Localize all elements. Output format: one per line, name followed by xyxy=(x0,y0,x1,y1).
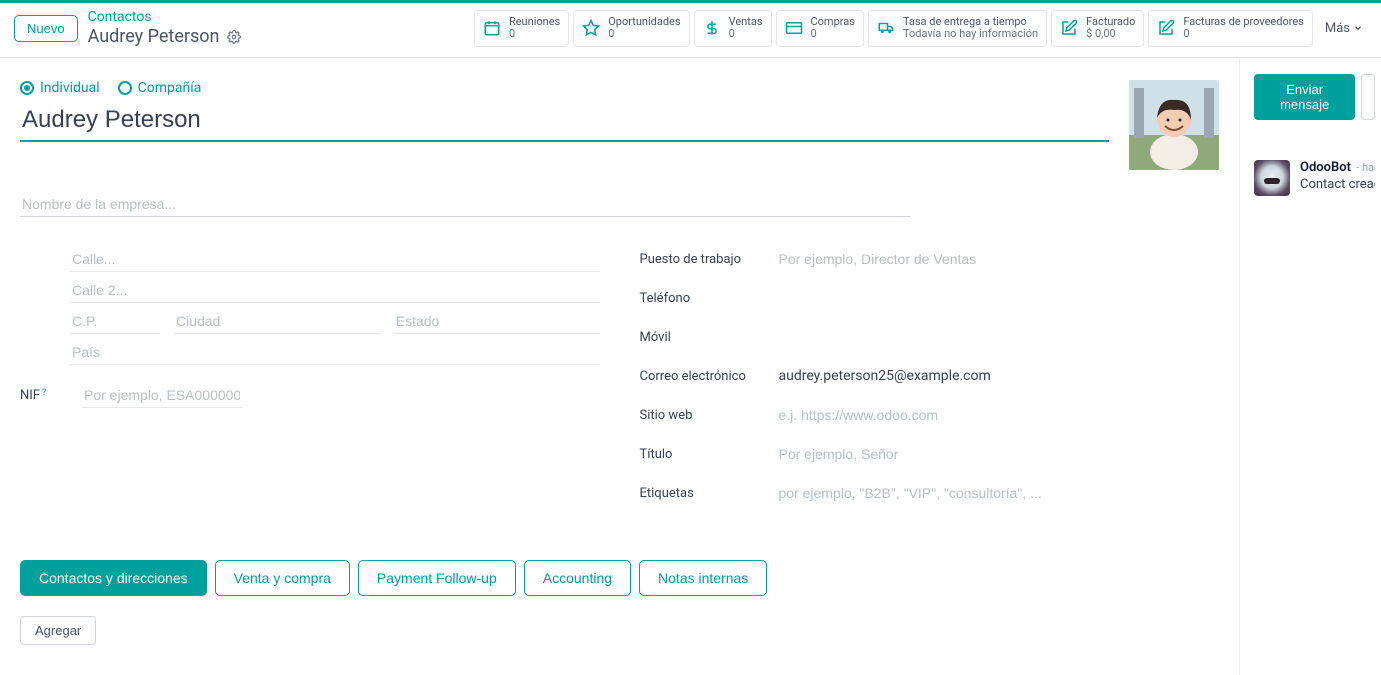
mobile-label: Móvil xyxy=(640,330,765,345)
zip-input[interactable] xyxy=(70,309,160,334)
calendar-icon xyxy=(483,19,501,37)
stat-delivery[interactable]: Tasa de entrega a tiempoTodavía no hay i… xyxy=(868,10,1047,47)
chevron-down-icon xyxy=(1353,23,1363,33)
bot-avatar xyxy=(1254,160,1290,196)
new-button[interactable]: Nuevo xyxy=(14,15,78,42)
add-button[interactable]: Agregar xyxy=(20,616,96,645)
message-time: - hace xyxy=(1356,161,1375,174)
top-bar: Nuevo Contactos Audrey Peterson Reunione… xyxy=(0,3,1381,58)
stat-meetings[interactable]: Reuniones0 xyxy=(474,10,569,47)
help-icon[interactable]: ? xyxy=(42,388,46,398)
stat-invoiced[interactable]: Facturado$ 0,00 xyxy=(1051,10,1144,47)
stat-vendor-bills[interactable]: Facturas de proveedores0 xyxy=(1148,10,1313,47)
street2-input[interactable] xyxy=(70,278,600,303)
stat-purchases[interactable]: Compras0 xyxy=(776,10,864,47)
send-message-button[interactable]: Enviar mensaje xyxy=(1254,74,1355,120)
page-title: Audrey Peterson xyxy=(88,26,220,48)
avatar-image xyxy=(1129,80,1219,170)
website-input[interactable] xyxy=(777,403,1220,428)
title-input[interactable] xyxy=(777,442,1220,467)
truck-icon xyxy=(877,19,895,37)
radio-company[interactable]: Compañía xyxy=(118,80,202,96)
tab-sales-purchase[interactable]: Venta y compra xyxy=(215,560,350,596)
edit-icon xyxy=(1060,19,1078,37)
radio-individual[interactable]: Individual xyxy=(20,80,100,96)
city-input[interactable] xyxy=(174,309,380,334)
message-author: OdooBot xyxy=(1300,160,1351,175)
tab-internal-notes[interactable]: Notas internas xyxy=(639,560,767,596)
chatter-panel: Enviar mensaje OdooBot - hace Contact cr… xyxy=(1240,58,1381,675)
job-input[interactable] xyxy=(777,247,1220,272)
state-input[interactable] xyxy=(394,309,600,334)
title-field-label: Título xyxy=(640,447,765,462)
chatter-secondary-button[interactable] xyxy=(1361,74,1375,120)
card-icon xyxy=(785,19,803,37)
more-dropdown[interactable]: Más xyxy=(1317,10,1371,47)
job-label: Puesto de trabajo xyxy=(640,252,765,267)
gear-icon[interactable] xyxy=(227,30,241,44)
tags-input[interactable] xyxy=(777,481,1220,506)
name-input[interactable] xyxy=(20,104,1109,142)
message-row: OdooBot - hace Contact creado xyxy=(1254,160,1375,196)
breadcrumb[interactable]: Contactos xyxy=(88,9,242,26)
phone-input[interactable] xyxy=(777,286,1220,311)
edit-icon xyxy=(1157,19,1175,37)
form-panel: Individual Compañía xyxy=(0,58,1240,675)
message-text: Contact creado xyxy=(1300,177,1375,192)
tab-contacts-addresses[interactable]: Contactos y direcciones xyxy=(20,560,207,596)
vat-input[interactable] xyxy=(82,383,242,408)
radio-icon xyxy=(20,81,34,95)
vat-label: NIF? xyxy=(20,388,70,403)
dollar-icon xyxy=(703,19,721,37)
email-label: Correo electrónico xyxy=(640,369,765,384)
tab-payment-followup[interactable]: Payment Follow-up xyxy=(358,560,516,596)
stat-opportunities[interactable]: Oportunidades0 xyxy=(573,10,689,47)
tags-label: Etiquetas xyxy=(640,486,765,501)
avatar[interactable] xyxy=(1129,80,1219,170)
company-input[interactable] xyxy=(20,192,910,217)
website-label: Sitio web xyxy=(640,408,765,423)
star-icon xyxy=(582,19,600,37)
street-input[interactable] xyxy=(70,247,600,272)
email-value[interactable]: audrey.peterson25@example.com xyxy=(777,364,1220,389)
country-input[interactable] xyxy=(70,340,600,365)
mobile-input[interactable] xyxy=(777,325,1220,350)
tab-accounting[interactable]: Accounting xyxy=(524,560,631,596)
stat-sales[interactable]: Ventas0 xyxy=(694,10,772,47)
phone-label: Teléfono xyxy=(640,291,765,306)
radio-icon xyxy=(118,81,132,95)
